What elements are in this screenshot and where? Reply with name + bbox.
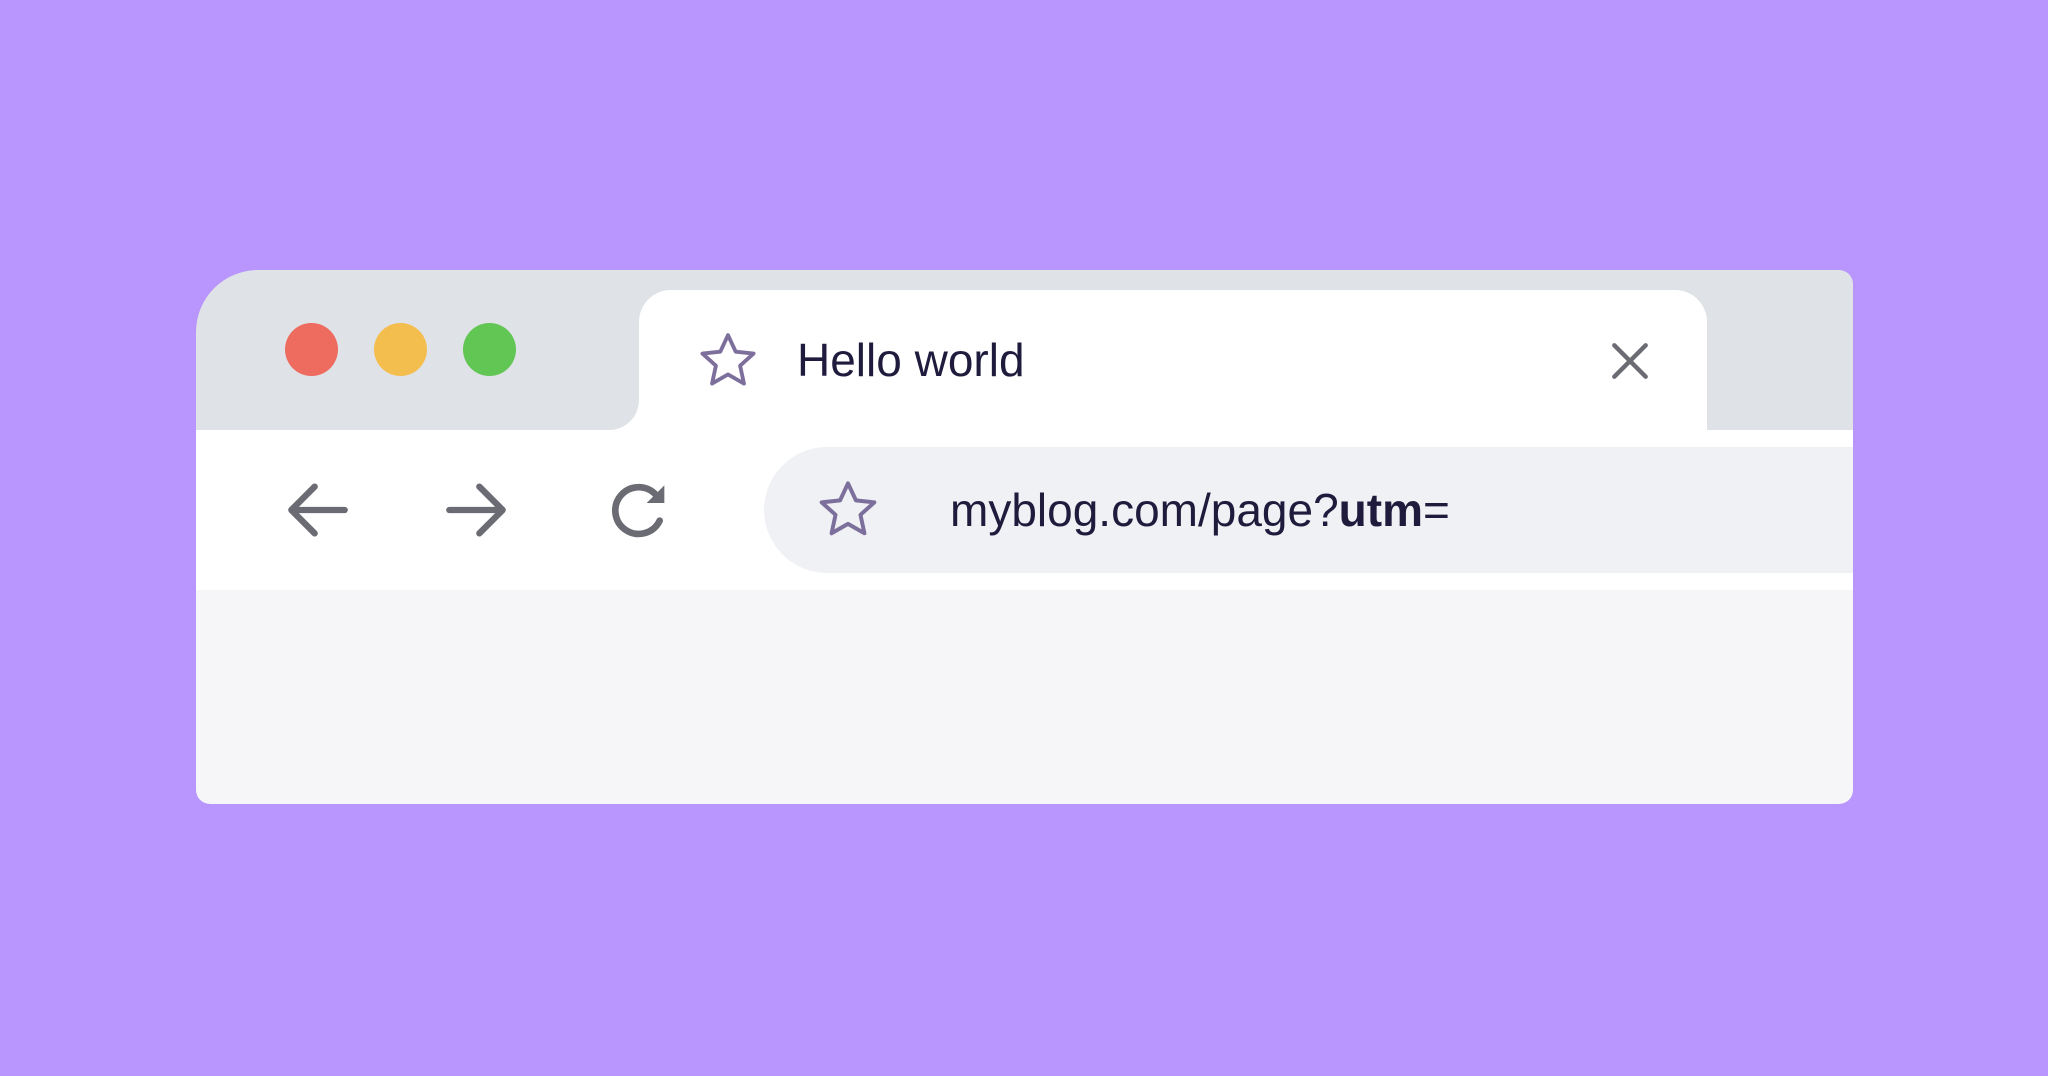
tab-title: Hello world xyxy=(797,334,1025,386)
browser-window: Hello world myblog.com/page?utm= xyxy=(196,270,1853,804)
address-bar[interactable]: myblog.com/page?utm= xyxy=(764,447,1853,573)
window-minimize-button[interactable] xyxy=(374,323,427,376)
arrow-right-icon[interactable] xyxy=(436,470,516,550)
page-background: { "window": { "traffic_lights": [ {"name… xyxy=(0,0,2048,1076)
window-maximize-button[interactable] xyxy=(463,323,516,376)
toolbar: myblog.com/page?utm= xyxy=(196,430,1853,590)
url-suffix: = xyxy=(1423,484,1450,536)
close-icon[interactable] xyxy=(1597,328,1663,394)
star-icon xyxy=(695,328,761,394)
reload-icon[interactable] xyxy=(599,470,679,550)
window-close-button[interactable] xyxy=(285,323,338,376)
star-icon[interactable] xyxy=(814,476,882,544)
title-bar: Hello world xyxy=(196,270,1853,431)
url-text[interactable]: myblog.com/page?utm= xyxy=(950,481,1450,539)
page-content-area xyxy=(196,590,1853,804)
url-param: utm xyxy=(1338,484,1423,536)
tab-hello-world[interactable]: Hello world xyxy=(639,290,1707,431)
url-plain: myblog.com/page? xyxy=(950,484,1339,536)
tab-corner xyxy=(609,400,639,430)
arrow-left-icon[interactable] xyxy=(278,470,358,550)
